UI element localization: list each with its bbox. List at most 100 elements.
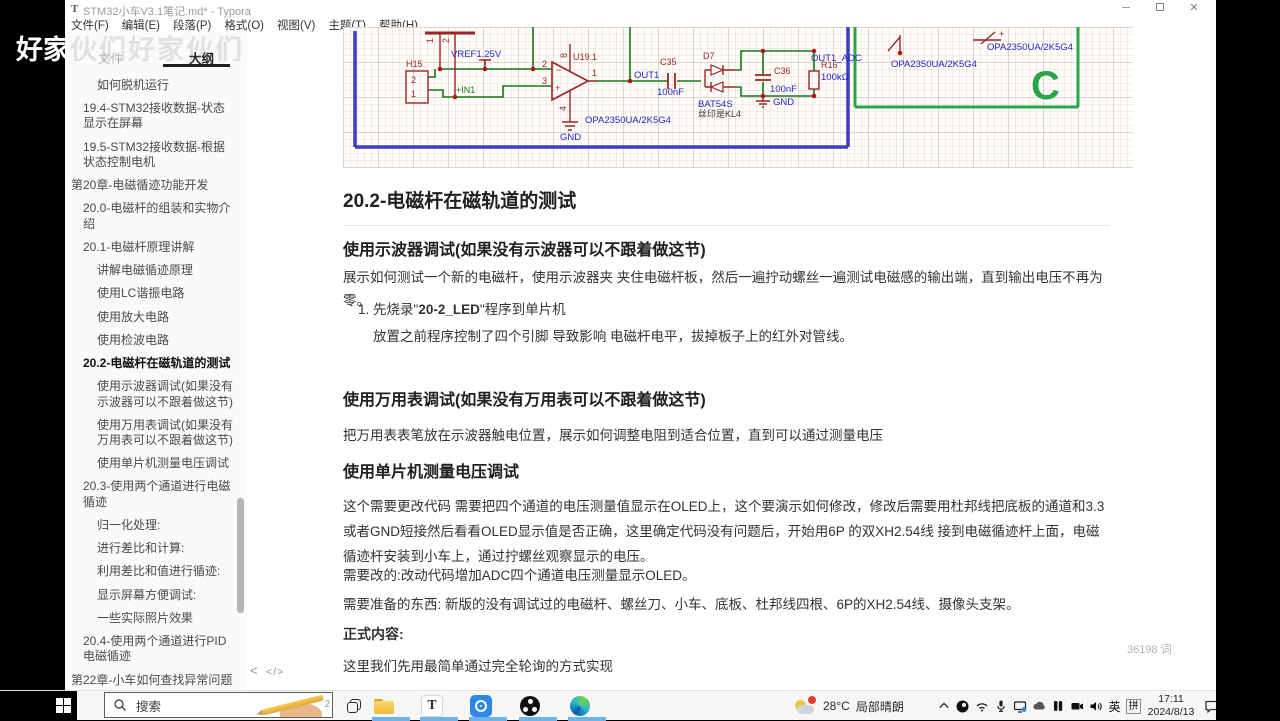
wifi-icon[interactable] — [974, 699, 989, 714]
outline-item[interactable]: 20.4-使用两个通道进行PID电磁循迹 — [65, 634, 247, 664]
label-silkscreen: 丝印是KL4 — [698, 108, 741, 119]
doc-heading-h2: 20.2-电磁杆在磁轨道的测试 — [343, 186, 1110, 226]
running-indicator — [372, 717, 410, 721]
obs-tray-icon[interactable] — [955, 699, 970, 714]
active-tab-underline — [163, 64, 230, 67]
outline-item[interactable]: 第22章-小车如何查找异常问题 — [65, 673, 247, 688]
outline-item[interactable]: 19.4-STM32接收数据-状态显示在屏幕 — [65, 101, 247, 131]
outline-item[interactable]: 利用差比和值进行循迹: — [65, 564, 247, 579]
outline-item[interactable]: 一些实际照片效果 — [65, 611, 247, 626]
start-button-icon[interactable] — [56, 698, 71, 713]
sidebar-toggle-icon[interactable]: < — [250, 663, 258, 678]
weather-widget[interactable]: 28°C 局部晴朗 — [793, 691, 904, 721]
screen-recorder-icon[interactable] — [470, 695, 492, 717]
taskbar-search-input[interactable]: 搜索 2 — [104, 692, 333, 718]
minimize-button[interactable]: ─ — [1111, 1, 1141, 16]
outline-item[interactable]: 20.1-电磁杆原理讲解 — [65, 240, 247, 255]
label-out1: OUT1 — [634, 70, 659, 81]
outline-item[interactable]: 讲解电磁循迹原理 — [65, 263, 247, 278]
outline-item[interactable]: 使用LC谐振电路 — [65, 286, 247, 301]
task-view-icon[interactable] — [347, 699, 361, 713]
circuit-schematic-image: C H15 2 1 1 2 VREF1.25V +IN1 2 3 − + 8 4… — [343, 27, 1133, 168]
running-indicator — [420, 717, 458, 721]
top-pin-2: 2 — [441, 38, 451, 43]
list-text: "程序到单片机 — [479, 302, 566, 317]
label-c36-value: 100nF — [770, 84, 797, 95]
outline-item[interactable]: 20.0-电磁杆的组装和实物介绍 — [65, 201, 247, 231]
tab-files[interactable]: 文件 — [65, 44, 156, 75]
edge-browser-icon[interactable] — [570, 696, 590, 716]
file-explorer-icon[interactable] — [374, 699, 394, 714]
outline-item[interactable]: 第20章-电磁循迹功能开发 — [65, 178, 247, 193]
microphone-icon[interactable] — [993, 699, 1008, 714]
outline-item[interactable]: 使用示波器调试(如果没有示波器可以不跟着做这节) — [65, 379, 247, 409]
doc-heading-multimeter: 使用万用表调试(如果没有万用表可以不跟着做这节) — [343, 392, 706, 409]
list-text: 先烧录" — [373, 302, 419, 317]
top-pin-1: 1 — [425, 38, 435, 43]
menu-edit[interactable]: 编辑(E) — [122, 17, 160, 32]
doc-paragraph: 这个需要更改代码 需要把四个通道的电压测量值显示在OLED上，这个要演示如何修改… — [343, 499, 1105, 564]
label-d7: D7 — [703, 51, 715, 61]
outline-item[interactable]: 19.5-STM32接收数据-根据状态控制电机 — [65, 140, 247, 170]
running-indicator — [519, 717, 557, 721]
system-tray: 英 拼 — [936, 691, 1141, 721]
outline-item[interactable]: 20.3-使用两个通道进行电磁循迹 — [65, 479, 247, 509]
tray-expand-icon[interactable] — [936, 699, 951, 714]
label-u19: U19.1 — [573, 52, 597, 62]
weather-icon — [793, 695, 817, 717]
probe-plus: + — [999, 29, 1004, 39]
ime-mode-indicator[interactable]: 拼 — [1126, 698, 1141, 714]
probe-symbol-1 — [887, 35, 901, 53]
outline-item[interactable]: 归一化处理: — [65, 518, 247, 533]
typora-taskbar-icon[interactable]: T — [421, 695, 443, 717]
close-button[interactable]: ✕ — [1179, 1, 1209, 16]
cap-c36 — [755, 74, 771, 81]
search-highlight-image: 2 — [244, 693, 330, 717]
cloud-sync-icon[interactable] — [1031, 699, 1046, 714]
obs-icon[interactable] — [520, 696, 540, 716]
connector-h15 — [405, 70, 429, 104]
running-indicator — [568, 717, 606, 721]
doc-list-item: 1. 先烧录"20-2_LED"程序到单片机 — [358, 298, 566, 318]
label-c35-value: 100nF — [657, 87, 684, 98]
taskbar-clock[interactable]: 17:11 2024/8/13 — [1142, 693, 1200, 719]
schematic-svg: C H15 2 1 1 2 VREF1.25V +IN1 2 3 − + 8 4… — [353, 27, 1080, 149]
menu-paragraph[interactable]: 段落(P) — [173, 17, 211, 32]
display-status-icon[interactable] — [1012, 699, 1027, 714]
doc-paragraph-bold: 正式内容: — [343, 626, 404, 642]
menu-file[interactable]: 文件(F) — [71, 17, 109, 32]
maximize-button[interactable] — [1145, 1, 1175, 16]
volume-icon[interactable] — [1088, 699, 1103, 714]
camcorder-icon[interactable] — [1069, 699, 1084, 714]
typora-window: T STM32小车V3.1笔记.md* - Typora ─ ✕ 文件(F) 编… — [65, 0, 1216, 690]
outline-item[interactable]: 使用检波电路 — [65, 333, 247, 348]
opamp-plus: + — [555, 83, 560, 93]
tab-outline[interactable]: 大纲 — [156, 44, 247, 75]
sheet-letter-c: C — [1031, 64, 1060, 108]
source-code-mode-icon[interactable]: </> — [266, 666, 284, 678]
outline-item[interactable]: 使用放大电路 — [65, 310, 247, 325]
ime-language-indicator[interactable]: 英 — [1107, 699, 1122, 714]
doc-paragraph: 需要准备的东西: 新版的没有调试过的电磁杆、螺丝刀、小车、底板、杜邦线四根、6P… — [343, 597, 1020, 612]
outline-item[interactable]: 进行差比和计算: — [65, 541, 247, 556]
menu-format[interactable]: 格式(O) — [224, 17, 264, 32]
sidebar-scrollbar[interactable] — [237, 498, 244, 613]
outline-list: 如何脱机运行 19.4-STM32接收数据-状态显示在屏幕 19.5-STM32… — [65, 78, 247, 696]
wires — [428, 27, 815, 98]
letterbox-right — [1216, 0, 1280, 720]
menu-view[interactable]: 视图(V) — [277, 17, 315, 32]
opamp-pin2: 2 — [542, 59, 547, 69]
search-placeholder: 搜索 — [136, 699, 162, 714]
list-text-bold: 20-2_LED — [418, 302, 480, 317]
search-badge: 2 — [324, 699, 330, 710]
running-indicator — [469, 717, 507, 721]
typora-app-icon: T — [71, 3, 79, 15]
doc-paragraph: 需要改的:改动代码增加ADC四个通道电压测量显示OLED。 — [343, 568, 696, 583]
outline-item[interactable]: 使用万用表调试(如果没有万用表可以不跟着做这节) — [65, 418, 247, 448]
outline-item[interactable]: 使用单片机测量电压调试 — [65, 456, 247, 471]
app-tray-icon[interactable] — [1050, 699, 1065, 714]
outline-item-active[interactable]: 20.2-电磁杆在磁轨道的测试 — [65, 356, 247, 371]
opamp-pin3: 3 — [542, 76, 547, 86]
outline-item[interactable]: 如何脱机运行 — [65, 78, 247, 93]
outline-item[interactable]: 显示屏幕方便调试: — [65, 588, 247, 603]
